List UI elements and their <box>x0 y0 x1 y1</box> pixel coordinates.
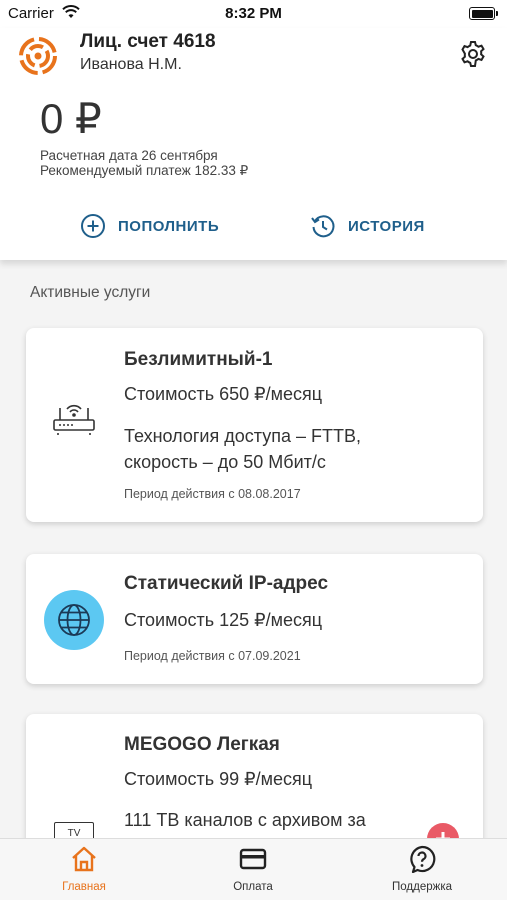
topup-label: ПОПОЛНИТЬ <box>118 217 220 235</box>
service-details-line-1: Технология доступа – FTTB, <box>124 426 361 446</box>
status-bar: Carrier 8:32 PM <box>0 0 507 28</box>
balance-amount: 0 ₽ <box>40 95 102 142</box>
logo-icon <box>19 37 57 75</box>
service-title: Статический IP-адрес <box>124 573 329 594</box>
tab-home[interactable]: Главная <box>24 845 144 893</box>
service-period: Период действия с 08.08.2017 <box>124 487 301 501</box>
account-header: Лиц. счет 4618 Иванова Н.М. 0 ₽ Расчетна… <box>0 28 507 260</box>
account-holder: Иванова Н.М. <box>80 56 182 73</box>
recommended-payment: Рекомендуемый платеж 182.33 ₽ <box>40 163 249 178</box>
globe-icon <box>44 590 104 650</box>
billing-date: Расчетная дата 26 сентября <box>40 148 218 163</box>
battery-icon <box>469 7 498 20</box>
service-price: Стоимость 125 ₽/месяц <box>124 610 323 630</box>
plus-circle-icon <box>81 214 105 238</box>
tab-payment-label: Оплата <box>233 881 273 893</box>
history-button[interactable]: ИСТОРИЯ <box>310 212 425 240</box>
service-card-static-ip[interactable]: Статический IP-адрес Стоимость 125 ₽/мес… <box>26 554 483 684</box>
service-title: Безлимитный-1 <box>124 349 273 370</box>
tab-bar: Главная Оплата Поддержка <box>0 838 507 900</box>
router-icon <box>53 404 95 435</box>
home-icon <box>72 846 96 872</box>
topup-button[interactable]: ПОПОЛНИТЬ <box>80 212 219 240</box>
clock: 8:32 PM <box>225 5 282 22</box>
card-icon <box>239 848 267 870</box>
account-title: Лиц. счет 4618 <box>80 31 216 52</box>
history-icon <box>311 215 335 238</box>
gear-icon[interactable] <box>459 40 487 68</box>
section-title: Активные услуги <box>30 284 151 301</box>
service-details-line-1: 111 ТВ каналов с архивом за <box>124 810 366 830</box>
service-period: Период действия с 07.09.2021 <box>124 649 301 663</box>
tab-home-label: Главная <box>62 881 106 893</box>
service-details-line-2: скорость – до 50 Мбит/с <box>124 452 326 472</box>
service-title: MEGOGO Легкая <box>124 734 280 755</box>
tab-payment[interactable]: Оплата <box>193 845 313 893</box>
service-card-internet[interactable]: Безлимитный-1 Стоимость 650 ₽/месяц Техн… <box>26 328 483 522</box>
tab-support-label: Поддержка <box>392 881 452 893</box>
history-label: ИСТОРИЯ <box>348 217 425 235</box>
support-icon <box>410 845 436 873</box>
service-price: Стоимость 99 ₽/месяц <box>124 769 313 789</box>
service-price: Стоимость 650 ₽/месяц <box>124 384 323 404</box>
tab-support[interactable]: Поддержка <box>362 845 482 893</box>
